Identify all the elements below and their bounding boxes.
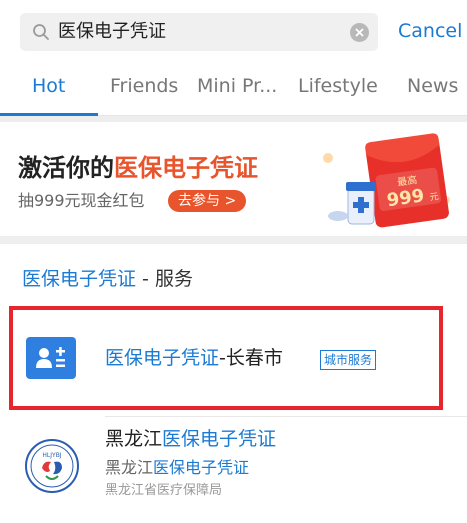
tab-news[interactable]: News — [407, 73, 458, 99]
cancel-button[interactable]: Cancel — [398, 19, 462, 43]
tab-bar: Hot Friends Mini Pr... Lifestyle News — [0, 62, 467, 116]
tab-friends[interactable]: Friends — [110, 73, 178, 99]
banner-subtitle: 抽999元现金红包 — [18, 191, 145, 210]
packet-unit-text: 元 — [429, 192, 439, 203]
tab-lifestyle[interactable]: Lifestyle — [298, 73, 378, 99]
active-tab-indicator — [0, 113, 98, 116]
search-query: 医保电子凭证 — [58, 21, 166, 42]
promo-banner[interactable]: 激活你的医保电子凭证 抽999元现金红包 去参与 > 最高 999 元 — [0, 122, 467, 236]
result-organization: 黑龙江省医疗保障局 — [105, 483, 223, 498]
red-packet-icon: 最高 999 元 — [323, 133, 450, 228]
result-item-heilongjiang[interactable]: HLJYBJ 黑龙江医保电子凭证 黑龙江医保电子凭证 黑龙江省医疗保障局 — [0, 420, 467, 520]
clear-icon[interactable] — [350, 23, 369, 42]
join-button[interactable]: 去参与 > — [168, 190, 247, 212]
section-title: 医保电子凭证 - 服务 — [22, 268, 193, 290]
contact-card-icon — [26, 337, 76, 379]
result-subtitle: 黑龙江医保电子凭证 — [105, 458, 250, 477]
search-icon — [33, 24, 49, 40]
service-section: 医保电子凭证 - 服务 医保电子凭证-长春市 城市服务 HLJYBJ 黑龙江医保… — [0, 244, 467, 523]
search-header: 医保电子凭证 Cancel — [0, 0, 467, 62]
search-input[interactable]: 医保电子凭证 — [20, 13, 378, 51]
city-service-tag: 城市服务 — [320, 350, 377, 370]
result-title: 黑龙江医保电子凭证 — [105, 428, 277, 450]
provincial-seal-logo: HLJYBJ — [25, 439, 79, 493]
service-name: 医保电子凭证-长春市 — [105, 347, 283, 369]
banner-title: 激活你的医保电子凭证 — [18, 154, 258, 182]
divider — [105, 416, 467, 417]
tab-mini-programs[interactable]: Mini Pr... — [197, 73, 277, 99]
service-item-changchun[interactable]: 医保电子凭证-长春市 城市服务 — [0, 302, 467, 414]
tab-hot[interactable]: Hot — [32, 73, 65, 99]
logo-text: HLJYBJ — [42, 452, 61, 459]
